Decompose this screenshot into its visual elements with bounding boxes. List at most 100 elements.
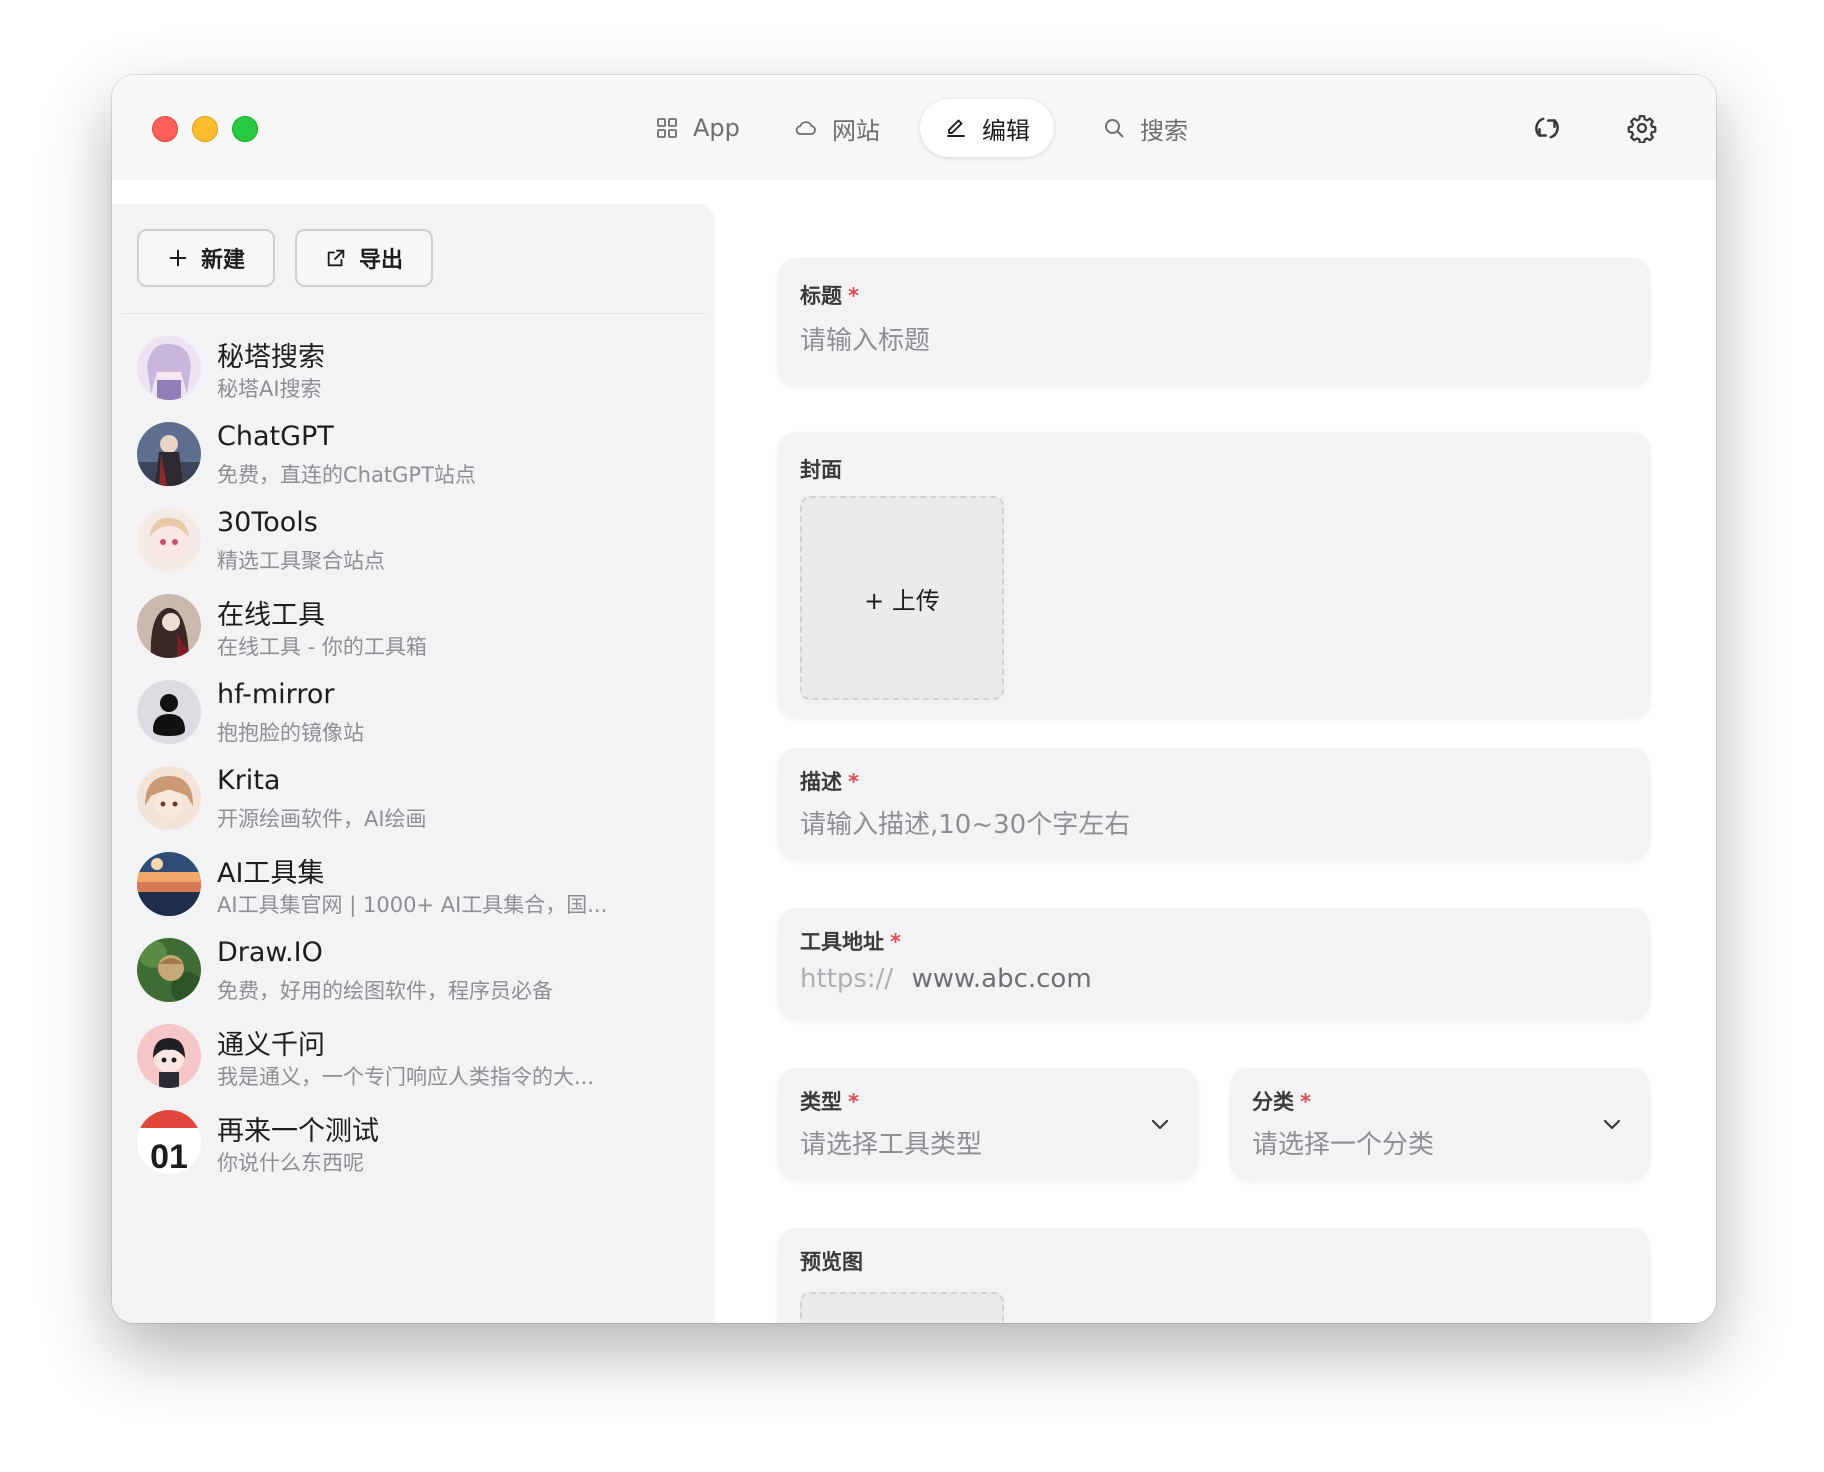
item-description: AI工具集官网 | 1000+ AI工具集合，国...: [217, 893, 608, 917]
avatar: [137, 766, 201, 830]
item-description: 我是通义，一个专门响应人类指令的大...: [217, 1065, 595, 1089]
new-button[interactable]: 新建: [137, 229, 275, 287]
tab-app[interactable]: App: [631, 99, 764, 157]
sidebar: 新建 导出 秘塔搜索 秘塔AI搜索 ChatGPT 免费，直连的ChatGPT站…: [112, 204, 715, 1323]
content-area: 新建 导出 秘塔搜索 秘塔AI搜索 ChatGPT 免费，直连的ChatGPT站…: [112, 180, 1716, 1323]
pencil-icon: [947, 119, 965, 137]
maximize-window-button[interactable]: [232, 116, 258, 142]
export-button[interactable]: 导出: [295, 229, 433, 287]
item-title: 再来一个测试: [217, 1116, 379, 1147]
category-label: 分类 *: [1252, 1090, 1311, 1114]
cover-upload-button[interactable]: + 上传: [800, 496, 1004, 700]
chevron-down-icon: [1148, 1112, 1172, 1136]
cloud-icon: [795, 121, 816, 135]
tab-websites[interactable]: 网站: [770, 99, 904, 157]
new-button-label: 新建: [200, 248, 245, 273]
preview-label: 预览图: [800, 1250, 863, 1274]
item-title: Draw.IO: [217, 937, 323, 968]
preview-upload-button[interactable]: [800, 1292, 1004, 1323]
list-item[interactable]: Draw.IO 免费，好用的绘图软件，程序员必备: [112, 918, 715, 1018]
settings-button[interactable]: [1627, 113, 1657, 144]
tab-app-label: App: [693, 114, 740, 142]
category-value: 请选择一个分类: [1252, 1130, 1435, 1160]
item-title: hf-mirror: [217, 679, 335, 710]
description-input[interactable]: 请输入描述,10~30个字左右: [800, 804, 1130, 841]
cover-label: 封面: [800, 458, 842, 482]
tab-search-label: 搜索: [1140, 116, 1188, 145]
type-label: 类型 *: [800, 1090, 859, 1114]
plus-icon: [169, 249, 187, 267]
item-title: AI工具集: [217, 858, 325, 889]
list-item[interactable]: 在线工具 在线工具 - 你的工具箱: [112, 574, 715, 674]
preview-field: 预览图: [778, 1228, 1650, 1323]
export-icon: [327, 249, 345, 267]
item-description: 精选工具聚合站点: [217, 549, 385, 573]
sync-button[interactable]: [1532, 113, 1562, 143]
tab-search[interactable]: 搜索: [1078, 99, 1212, 157]
url-prefix: https://: [800, 964, 894, 994]
tab-edit[interactable]: 编辑: [920, 99, 1054, 157]
chevron-down-icon: [1600, 1112, 1624, 1136]
item-description: 免费，好用的绘图软件，程序员必备: [217, 979, 553, 1003]
item-title: 在线工具: [217, 600, 325, 631]
required-mark: *: [890, 930, 901, 954]
list-item[interactable]: hf-mirror 抱抱脸的镜像站: [112, 660, 715, 760]
item-title: Krita: [217, 765, 281, 796]
avatar: [137, 680, 201, 744]
list-item[interactable]: 秘塔搜索 秘塔AI搜索: [112, 316, 715, 416]
url-field[interactable]: 工具地址 * https:// www.abc.com: [778, 908, 1650, 1020]
avatar: 01: [137, 1110, 201, 1174]
list-item[interactable]: Krita 开源绘画软件，AI绘画: [112, 746, 715, 846]
item-title: 秘塔搜索: [217, 342, 325, 373]
list-item[interactable]: ChatGPT 免费，直连的ChatGPT站点: [112, 402, 715, 502]
item-title: ChatGPT: [217, 421, 334, 452]
avatar: [137, 1024, 201, 1088]
tab-edit-label: 编辑: [982, 116, 1030, 145]
item-description: 秘塔AI搜索: [217, 377, 322, 401]
list-item[interactable]: 01 再来一个测试 你说什么东西呢: [112, 1090, 715, 1190]
gear-icon: [1627, 115, 1657, 144]
sidebar-divider: [122, 313, 705, 314]
title-label: 标题 *: [800, 284, 859, 308]
item-title: 30Tools: [217, 507, 318, 538]
url-label: 工具地址 *: [800, 930, 901, 954]
cover-field: 封面 + 上传: [778, 432, 1650, 718]
item-description: 你说什么东西呢: [217, 1151, 364, 1175]
item-description: 抱抱脸的镜像站: [217, 721, 364, 745]
avatar: [137, 336, 201, 400]
list-item[interactable]: AI工具集 AI工具集官网 | 1000+ AI工具集合，国...: [112, 832, 715, 932]
item-description: 免费，直连的ChatGPT站点: [217, 463, 476, 487]
list-item[interactable]: 30Tools 精选工具聚合站点: [112, 488, 715, 588]
close-window-button[interactable]: [152, 116, 178, 142]
item-description: 在线工具 - 你的工具箱: [217, 635, 427, 659]
title-bar: App 网站 编辑 搜索: [112, 75, 1716, 180]
item-title: 通义千问: [217, 1030, 325, 1061]
avatar: [137, 422, 201, 486]
export-button-label: 导出: [358, 248, 403, 273]
tab-websites-label: 网站: [832, 116, 880, 145]
description-label: 描述 *: [800, 770, 859, 794]
sync-icon: [1535, 117, 1559, 139]
avatar: [137, 594, 201, 658]
app-window: App 网站 编辑 搜索 新建 导出 秘塔搜索 秘塔AI搜索 ChatGPT 免…: [112, 75, 1716, 1323]
title-input[interactable]: 请输入标题: [800, 320, 930, 357]
search-icon: [1105, 119, 1124, 138]
required-mark: *: [848, 1090, 859, 1114]
grid-icon: [657, 118, 677, 138]
avatar: [137, 938, 201, 1002]
url-placeholder: www.abc.com: [911, 964, 1092, 994]
category-select[interactable]: 分类 * 请选择一个分类: [1230, 1068, 1650, 1180]
avatar: [137, 508, 201, 572]
avatar: [137, 852, 201, 916]
url-input[interactable]: https:// www.abc.com: [800, 964, 1092, 994]
item-description: 开源绘画软件，AI绘画: [217, 807, 427, 831]
title-field[interactable]: 标题 * 请输入标题: [778, 258, 1650, 386]
list-item[interactable]: 通义千问 我是通义，一个专门响应人类指令的大...: [112, 1004, 715, 1104]
description-field[interactable]: 描述 * 请输入描述,10~30个字左右: [778, 748, 1650, 860]
type-select[interactable]: 类型 * 请选择工具类型: [778, 1068, 1198, 1180]
required-mark: *: [1300, 1090, 1311, 1114]
minimize-window-button[interactable]: [192, 116, 218, 142]
required-mark: *: [848, 284, 859, 308]
required-mark: *: [848, 770, 859, 794]
calendar-date: 01: [150, 1138, 188, 1174]
